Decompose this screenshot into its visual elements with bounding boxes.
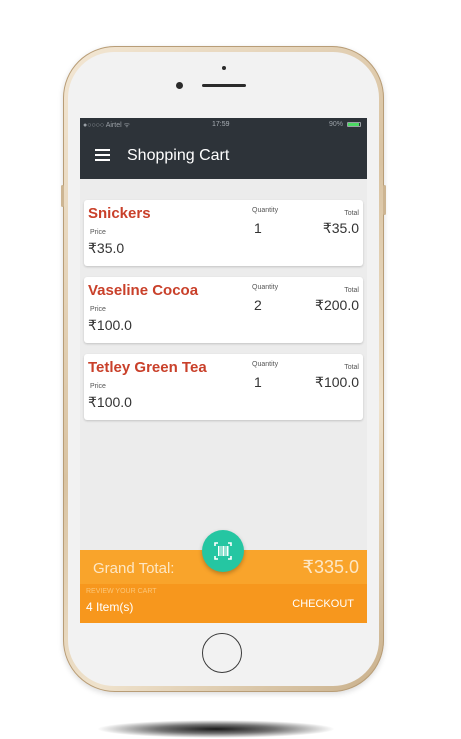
- earpiece-speaker: [202, 84, 246, 87]
- cart-item-card[interactable]: Snickers Price ₹35.0 Quantity 1 Total ₹3…: [84, 200, 363, 266]
- checkout-button[interactable]: CHECKOUT: [292, 598, 354, 610]
- item-name: Tetley Green Tea: [88, 359, 207, 376]
- item-quantity: 1: [254, 220, 262, 236]
- item-quantity: 2: [254, 297, 262, 313]
- price-label: Price: [90, 229, 106, 236]
- total-label: Total: [344, 287, 359, 294]
- app-bar: Shopping Cart: [80, 132, 367, 179]
- price-label: Price: [90, 306, 106, 313]
- clock: 17:59: [212, 121, 230, 128]
- cart-item-card[interactable]: Vaseline Cocoa Price ₹100.0 Quantity 2 T…: [84, 277, 363, 343]
- cart-item-card[interactable]: Tetley Green Tea Price ₹100.0 Quantity 1…: [84, 354, 363, 420]
- item-total: ₹35.0: [322, 220, 359, 236]
- quantity-label: Quantity: [252, 207, 279, 214]
- item-quantity: 1: [254, 374, 262, 390]
- review-cart-label: REVIEW YOUR CART: [86, 588, 157, 595]
- status-bar: ●○○○○ Airtel ᯤ 17:59 90%: [80, 118, 367, 132]
- item-total: ₹200.0: [315, 297, 359, 313]
- total-label: Total: [344, 364, 359, 371]
- battery-percent: 90%: [328, 121, 343, 128]
- proximity-sensor: [222, 66, 226, 70]
- total-label: Total: [344, 210, 359, 217]
- grand-total-label: Grand Total:: [93, 560, 175, 577]
- price-label: Price: [90, 383, 106, 390]
- quantity-label: Quantity: [252, 361, 279, 368]
- battery-icon: [347, 122, 361, 127]
- phone-side-button: [383, 185, 386, 215]
- items-count: 4 Item(s): [86, 600, 134, 614]
- battery-level: [348, 123, 359, 126]
- carrier-label: ●○○○○ Airtel ᯤ: [83, 122, 130, 129]
- scan-button[interactable]: [202, 530, 244, 572]
- phone-side-button: [61, 185, 64, 207]
- checkout-bar: REVIEW YOUR CART 4 Item(s) CHECKOUT: [80, 584, 367, 623]
- quantity-label: Quantity: [252, 284, 279, 291]
- hamburger-menu-icon[interactable]: [95, 149, 110, 161]
- phone-shadow: [96, 720, 336, 738]
- item-name: Snickers: [88, 205, 151, 222]
- item-price: ₹100.0: [88, 317, 132, 333]
- page-title: Shopping Cart: [127, 147, 230, 164]
- barcode-scan-icon: [214, 542, 232, 560]
- item-price: ₹35.0: [88, 240, 125, 256]
- item-total: ₹100.0: [315, 374, 359, 390]
- grand-total-value: ₹335.0: [302, 557, 360, 577]
- home-button[interactable]: [202, 633, 242, 673]
- front-camera: [176, 82, 183, 89]
- item-name: Vaseline Cocoa: [88, 282, 199, 299]
- item-price: ₹100.0: [88, 394, 132, 410]
